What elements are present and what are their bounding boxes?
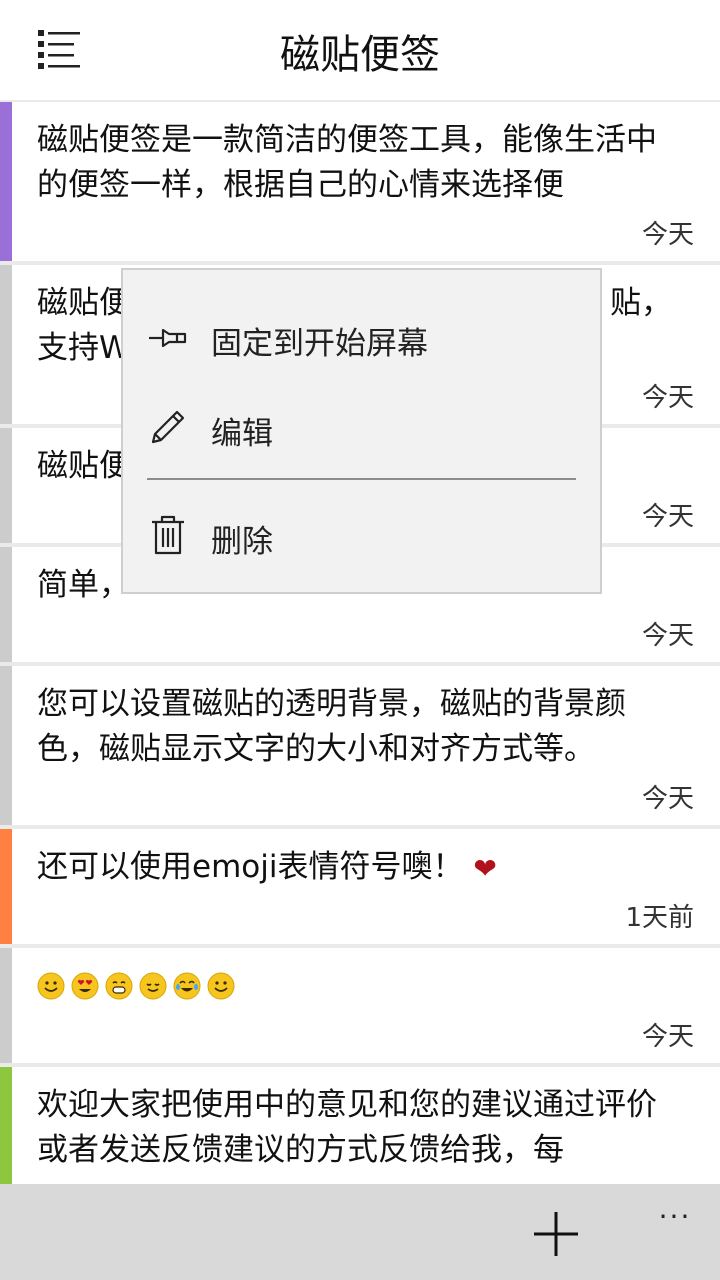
note-color-bar <box>0 829 12 944</box>
note-color-bar <box>0 428 12 543</box>
note-emoji-content <box>37 972 680 1000</box>
bottom-app-bar: ··· <box>0 1184 720 1280</box>
emoji-row <box>37 972 680 1000</box>
tears-of-joy-emoji-icon <box>173 972 201 1000</box>
note-item[interactable]: 还可以使用emoji表情符号噢！ ❤ 1天前 <box>0 829 720 944</box>
note-text: 欢迎大家把使用中的意见和您的建议通过评价或者发送反馈建议的方式反馈给我，每 <box>37 1087 657 1168</box>
smile-emoji-icon <box>37 972 65 1000</box>
note-item[interactable]: 磁贴便签是一款简洁的便签工具，能像生活中的便签一样，根据自己的心情来选择便 今天 <box>0 102 720 261</box>
note-item[interactable]: 欢迎大家把使用中的意见和您的建议通过评价或者发送反馈建议的方式反馈给我，每 <box>0 1067 720 1184</box>
note-item[interactable]: 今天 <box>0 948 720 1063</box>
delete-label: 删除 <box>211 524 273 560</box>
note-time: 今天 <box>641 220 694 250</box>
pin-icon <box>149 328 187 348</box>
note-time: 今天 <box>641 621 694 651</box>
note-text-line2: 支持W <box>37 330 130 366</box>
edit-label: 编辑 <box>211 416 273 452</box>
note-text: 磁贴便 <box>37 285 130 321</box>
pin-to-start-menu-item[interactable]: 固定到开始屏幕 <box>123 296 600 376</box>
note-time: 今天 <box>641 784 694 814</box>
note-time: 今天 <box>641 502 694 532</box>
trash-icon <box>152 515 184 555</box>
add-note-button[interactable] <box>528 1206 584 1262</box>
smile-emoji-icon <box>207 972 235 1000</box>
note-text-container: 还可以使用emoji表情符号噢！ ❤ <box>37 845 680 891</box>
note-color-bar <box>0 265 12 424</box>
context-menu: 固定到开始屏幕 编辑 删除 <box>121 268 602 594</box>
note-color-bar <box>0 102 12 261</box>
note-text-tail: 贴， <box>610 285 672 321</box>
grin-emoji-icon <box>105 972 133 1000</box>
note-time: 1天前 <box>625 903 694 933</box>
note-text: 您可以设置磁贴的透明背景，磁贴的背景颜色，磁贴显示文字的大小和对齐方式等。 <box>37 686 626 767</box>
delete-menu-item[interactable]: 删除 <box>123 494 600 574</box>
note-color-bar <box>0 666 12 825</box>
note-text: 还可以使用emoji表情符号噢！ <box>37 849 464 885</box>
menu-divider <box>147 478 576 480</box>
page-title: 磁贴便签 <box>280 32 440 78</box>
relieved-emoji-icon <box>139 972 167 1000</box>
note-item[interactable]: 您可以设置磁贴的透明背景，磁贴的背景颜色，磁贴显示文字的大小和对齐方式等。 今天 <box>0 666 720 825</box>
note-time: 今天 <box>641 383 694 413</box>
pencil-icon <box>151 410 185 444</box>
edit-menu-item[interactable]: 编辑 <box>123 386 600 466</box>
note-color-bar <box>0 1067 12 1184</box>
heart-icon: ❤ <box>473 852 497 885</box>
header: 磁贴便签 <box>0 0 720 100</box>
note-time: 今天 <box>641 1022 694 1052</box>
notes-list: 磁贴便签是一款简洁的便签工具，能像生活中的便签一样，根据自己的心情来选择便 今天… <box>0 100 720 1184</box>
more-options-button[interactable]: ··· <box>650 1200 700 1240</box>
pin-to-start-label: 固定到开始屏幕 <box>211 326 428 362</box>
note-color-bar <box>0 948 12 1063</box>
note-color-bar <box>0 547 12 662</box>
heart-eyes-emoji-icon <box>71 972 99 1000</box>
note-text: 磁贴便签是一款简洁的便签工具，能像生活中的便签一样，根据自己的心情来选择便 <box>37 122 657 203</box>
